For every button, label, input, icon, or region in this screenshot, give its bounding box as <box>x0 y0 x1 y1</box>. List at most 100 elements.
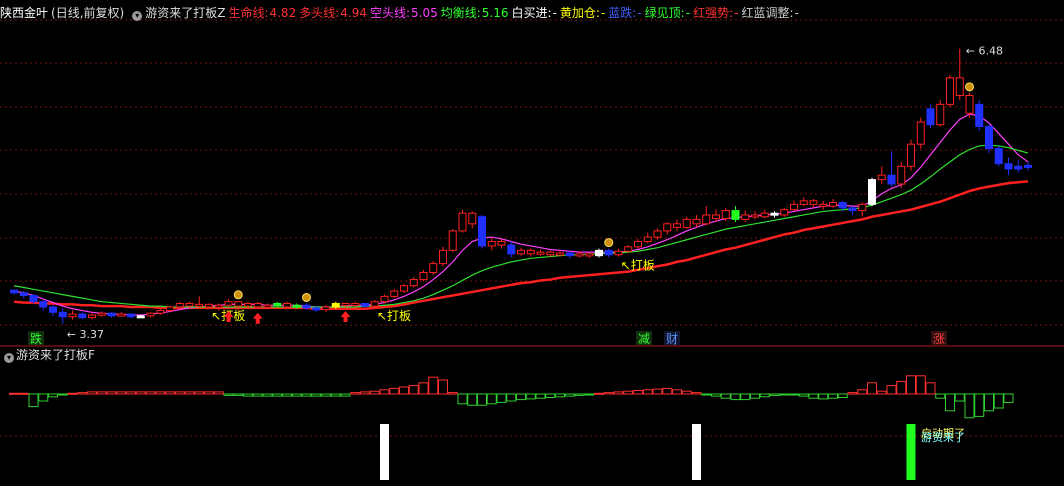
candle-body <box>838 202 847 209</box>
indicator-name[interactable]: 游资来了打板Z <box>145 6 225 20</box>
candle-body <box>351 302 360 306</box>
header-item-value: 4.94 <box>340 6 367 20</box>
oscillator-bar <box>184 391 195 395</box>
oscillator-bar <box>135 391 146 395</box>
candle-body <box>868 179 876 205</box>
oscillator-bar <box>213 391 224 395</box>
oscillator-bar <box>672 389 682 395</box>
youzi-label: 游资来了 <box>921 431 965 444</box>
header-item-label: 生命线: <box>228 6 269 20</box>
candle-body <box>809 200 818 205</box>
candle-body <box>224 301 233 306</box>
candle-body <box>975 103 984 127</box>
oscillator-bar <box>28 393 39 408</box>
candle-body <box>877 174 886 181</box>
candle-body <box>585 253 594 257</box>
oscillator-bar <box>642 389 653 395</box>
oscillator-bar <box>886 385 897 395</box>
oscillator-bar <box>818 393 829 400</box>
candle-body <box>858 203 867 212</box>
oscillator-bar <box>116 391 127 395</box>
header-item-value: - <box>685 6 691 20</box>
candle-body <box>799 200 808 205</box>
oscillator-bar <box>711 393 721 397</box>
header-item-value: 5.16 <box>481 6 509 20</box>
oscillator-bar <box>867 382 877 395</box>
candle-body <box>448 230 457 251</box>
candle-body <box>702 214 711 225</box>
dropdown-icon[interactable]: ▾ <box>4 353 14 363</box>
candle-body <box>136 315 145 319</box>
candle-body <box>907 143 915 167</box>
candle-body <box>322 306 330 311</box>
oscillator-bar <box>525 393 536 400</box>
candle-body <box>341 302 350 306</box>
header-item-value: - <box>794 6 799 20</box>
oscillator-bar <box>77 392 88 395</box>
oscillator-bar <box>486 393 497 405</box>
header-item-label: 空头线: <box>369 6 411 20</box>
oscillator-bar <box>974 393 985 417</box>
money-bag-icon <box>233 290 243 300</box>
oscillator-bar <box>496 393 507 403</box>
oscillator-bar <box>584 393 595 396</box>
oscillator-bar <box>96 391 107 395</box>
candle-body <box>634 241 642 248</box>
header-item-label: 蓝跌: <box>608 6 637 20</box>
oscillator-bar <box>428 376 439 395</box>
signal-bar <box>692 424 701 480</box>
buy-arrow-icon <box>252 312 263 324</box>
oscillator-bar <box>340 393 351 397</box>
dropdown-icon[interactable]: ▾ <box>132 11 143 21</box>
oscillator-bar <box>857 389 868 395</box>
oscillator-bar <box>701 393 712 396</box>
candle-body <box>97 312 106 316</box>
candle-body <box>380 295 389 303</box>
candle-body <box>692 218 701 225</box>
candle-body <box>575 253 584 257</box>
candle-body <box>507 244 516 255</box>
oscillator-bar <box>633 390 643 395</box>
oscillator-bar <box>623 390 634 395</box>
oscillator-bar <box>896 380 907 395</box>
oscillator-bar <box>935 393 946 399</box>
oscillator-bar <box>477 393 487 406</box>
oscillator-bar <box>750 393 760 399</box>
sub-indicator-name[interactable]: 游资来了打板F <box>16 348 95 362</box>
candle-body <box>331 302 340 308</box>
oscillator-bar <box>847 392 858 395</box>
candle-body <box>946 77 954 105</box>
price-chart: ← 6.48← 3.37↖打板↖打板↖打板跌减财涨启动期了游资来了 <box>0 19 1064 480</box>
candle-body <box>721 210 730 220</box>
oscillator-bar <box>915 375 926 395</box>
candle-body <box>273 302 282 306</box>
header-item-label: 均衡线: <box>440 6 481 20</box>
candle-body <box>49 306 57 313</box>
candle-body <box>419 271 428 281</box>
oscillator-bar <box>564 393 575 397</box>
candle-body <box>429 263 438 273</box>
candle-body <box>790 203 798 211</box>
candle-body <box>760 212 769 218</box>
oscillator-bar <box>681 390 692 395</box>
oscillator-bar <box>574 393 585 396</box>
oscillator-bar <box>67 392 78 395</box>
candle-body <box>487 241 496 247</box>
candle-body <box>263 304 272 308</box>
candle-body <box>819 203 828 207</box>
oscillator-bar <box>993 393 1004 409</box>
candle-body <box>107 312 116 317</box>
oscillator-bar <box>545 393 556 398</box>
candle-body <box>127 313 135 318</box>
candle-body <box>117 313 126 317</box>
candle-body <box>78 313 87 319</box>
oscillator-bar <box>389 387 400 395</box>
candle-body <box>478 216 486 247</box>
candle-body <box>253 302 262 308</box>
candle-body <box>536 251 545 255</box>
stock-name: 陕西金叶 <box>0 6 49 20</box>
oscillator-bar <box>48 393 58 398</box>
oscillator-bar <box>984 393 994 412</box>
candle-body <box>897 165 906 185</box>
candle-body <box>302 304 311 309</box>
